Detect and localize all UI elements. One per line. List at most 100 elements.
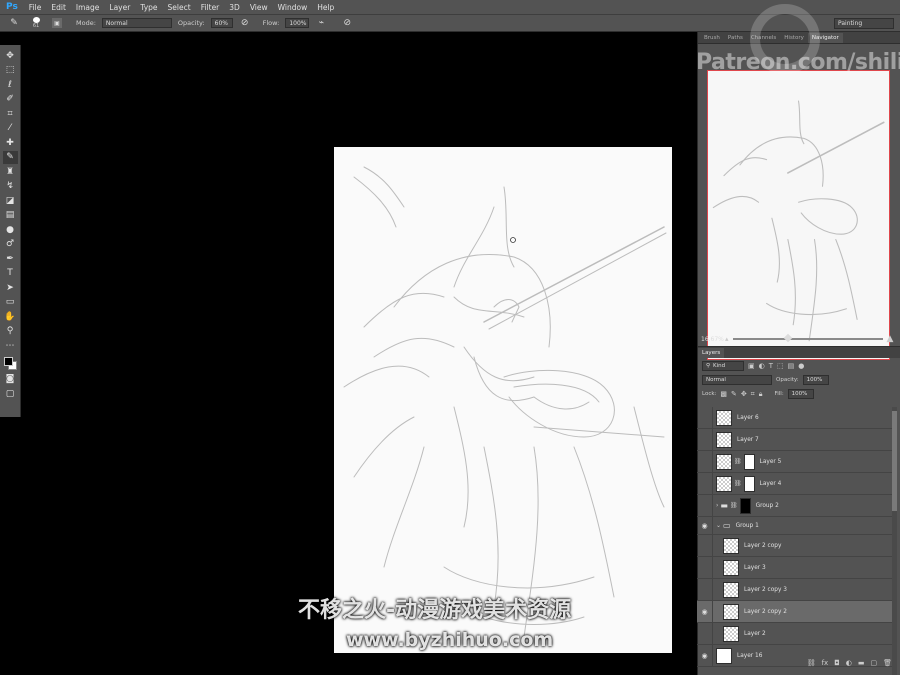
tab-brush[interactable]: Brush [700,33,724,43]
blur-icon[interactable]: ● [3,223,18,237]
visibility-toggle[interactable] [697,534,713,557]
layer-opacity-field[interactable]: 100% [802,375,829,385]
flow-field[interactable]: 100% [285,18,310,28]
visibility-toggle[interactable] [697,450,713,473]
lasso-icon[interactable]: ℓ [3,78,18,92]
blend-mode-select[interactable]: Normal [702,375,772,385]
visibility-toggle[interactable] [697,556,713,579]
lock-move-icon[interactable]: ✥ [741,390,747,398]
menu-filter[interactable]: Filter [196,3,225,12]
visibility-toggle[interactable] [697,622,713,645]
layer-row-layer-3[interactable]: Layer 3 [697,556,892,579]
menu-select[interactable]: Select [163,3,196,12]
layer-row-layer-4[interactable]: ⛓ Layer 4 [697,472,892,495]
chevron-down-icon[interactable]: ⌄ [716,522,721,529]
layers-scroll-thumb[interactable] [892,411,897,511]
group-mask-thumbnail[interactable] [739,497,751,514]
new-layer-icon[interactable]: ▢ [870,659,877,667]
filter-adjustment-icon[interactable]: ◐ [759,362,765,370]
layer-row-layer-7[interactable]: Layer 7 [697,428,892,451]
menu-file[interactable]: File [24,3,47,12]
opacity-field[interactable]: 60% [210,18,233,28]
eye-icon[interactable]: ◉ [697,516,713,535]
menu-image[interactable]: Image [71,3,105,12]
hand-icon[interactable]: ✋ [3,310,18,324]
chain-link-icon[interactable]: ⛓ [734,458,742,465]
filter-pixel-icon[interactable]: ▣ [748,362,755,370]
dodge-icon[interactable]: ♂ [3,238,18,252]
menu-edit[interactable]: Edit [46,3,71,12]
path-select-icon[interactable]: ➤ [3,281,18,295]
new-group-icon[interactable]: ▬ [858,659,865,667]
brush-icon[interactable]: ✎ [2,150,18,164]
filter-shape-icon[interactable]: ⬚ [777,362,784,370]
foreground-color[interactable] [3,356,13,366]
visibility-toggle[interactable] [697,406,713,429]
layer-row-group-2[interactable]: › ▬ ⛓ Group 2 [697,494,892,517]
layer-row-group-1[interactable]: ◉ ⌄ ▭ Group 1 [697,516,892,535]
visibility-toggle[interactable] [697,428,713,451]
quick-select-icon[interactable]: ✐ [3,93,18,107]
visibility-toggle[interactable] [697,578,713,601]
layer-row-layer-2-copy-2[interactable]: ◉ Layer 2 copy 2 [697,600,892,623]
trash-icon[interactable]: 🗑︎ [883,659,892,667]
brush-panel-toggle-icon[interactable]: ▣ [52,18,62,28]
adjustment-layer-icon[interactable]: ◐ [846,659,852,667]
zoom-out-icon[interactable]: ▴ [725,335,729,343]
chain-link-icon[interactable]: ⛓ [730,502,738,509]
zoom-slider-knob[interactable] [783,333,793,343]
layer-mask-thumbnail[interactable] [743,453,755,470]
brush-preset-picker[interactable]: 61 [26,17,46,29]
filter-type-icon[interactable]: T [769,362,773,370]
navigator-preview[interactable] [707,70,890,360]
eye-icon[interactable]: ◉ [697,600,713,623]
move-icon[interactable]: ✥ [3,49,18,63]
layers-scrollbar[interactable] [892,407,897,675]
menu-view[interactable]: View [245,3,273,12]
visibility-toggle[interactable] [697,472,713,495]
layer-mask-thumbnail[interactable] [743,475,755,492]
layer-row-layer-2-copy-3[interactable]: Layer 2 copy 3 [697,578,892,601]
layer-row-layer-5[interactable]: ⛓ Layer 5 [697,450,892,473]
healing-icon[interactable]: ✚ [3,136,18,150]
lock-all-icon[interactable]: 🔒︎ [759,390,763,399]
type-icon[interactable]: T [3,267,18,281]
lock-artboard-icon[interactable]: ⌗ [751,390,755,399]
screen-mode-icon[interactable]: ▢ [3,387,18,401]
menu-3d[interactable]: 3D [224,3,245,12]
brush-tool-icon[interactable]: ✎ [8,17,20,29]
filter-smart-icon[interactable]: ▤ [788,362,795,370]
link-layers-icon[interactable]: ⛓ [807,659,816,667]
visibility-toggle[interactable] [697,494,713,517]
fill-field[interactable]: 100% [787,389,814,399]
zoom-icon[interactable]: ⚲ [3,325,18,339]
menu-window[interactable]: Window [273,3,313,12]
chain-link-icon[interactable]: ⛓ [734,480,742,487]
marquee-icon[interactable]: ⬚ [3,64,18,78]
more-tools-icon[interactable]: ⋯ [3,339,18,353]
document-canvas[interactable] [334,147,672,653]
lock-paint-icon[interactable]: ✎ [731,390,737,398]
lock-transparent-icon[interactable]: ▩ [720,390,727,398]
add-mask-icon[interactable]: ◘ [834,659,840,667]
filter-toggle-icon[interactable]: ● [798,362,804,370]
layer-row-layer-2-copy[interactable]: Layer 2 copy [697,534,892,557]
zoom-slider[interactable] [732,333,883,343]
layer-style-icon[interactable]: fx [822,659,829,667]
pressure-opacity-icon[interactable]: ⊘ [239,17,251,29]
zoom-value[interactable]: 16.67% [701,336,724,343]
menu-type[interactable]: Type [135,3,162,12]
color-swatches[interactable] [3,356,18,372]
history-brush-icon[interactable]: ↯ [3,180,18,194]
menu-help[interactable]: Help [312,3,339,12]
layer-row-layer-6[interactable]: Layer 6 [697,406,892,429]
layer-filter-select[interactable]: ⚲ Kind [702,361,744,371]
menu-layer[interactable]: Layer [104,3,135,12]
zoom-in-icon[interactable]: ▲ [887,334,894,344]
gradient-icon[interactable]: ▤ [3,209,18,223]
quick-mask-icon[interactable]: ◙ [3,373,18,387]
shape-icon[interactable]: ▭ [3,296,18,310]
tab-paths[interactable]: Paths [724,33,747,43]
eyedropper-icon[interactable]: ⁄ [3,122,18,136]
mode-select[interactable]: Normal [101,18,172,28]
